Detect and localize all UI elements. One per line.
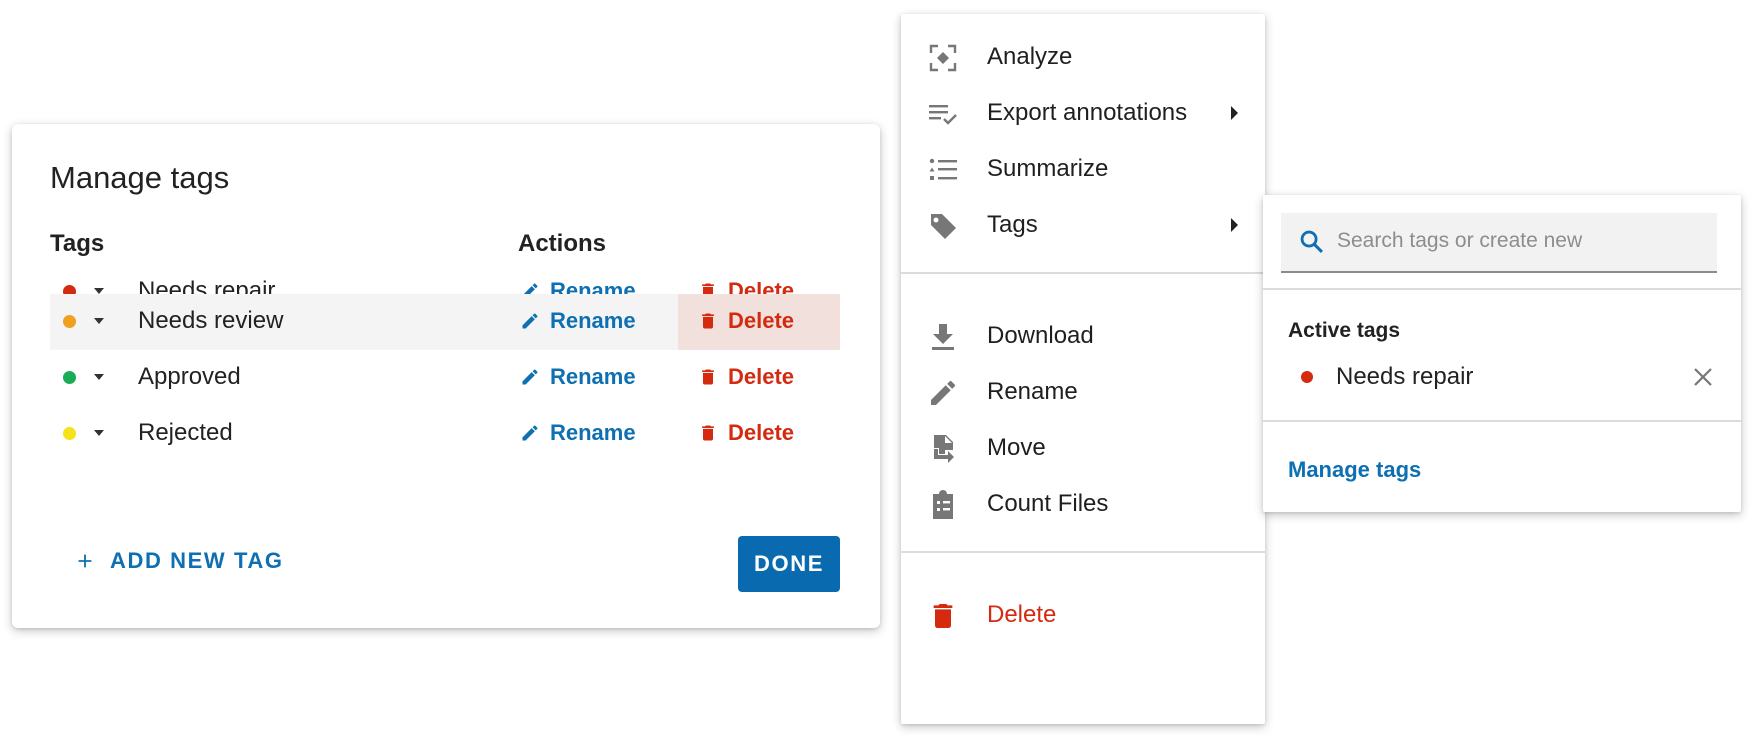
tag-color-dot — [63, 371, 76, 384]
menu-item-export-annotations[interactable]: Export annotations — [901, 82, 1265, 144]
close-icon[interactable] — [1691, 365, 1715, 389]
menu-item-analyze[interactable]: Analyze — [901, 26, 1265, 88]
tag-name: Approved — [138, 363, 241, 390]
menu-item-label: Rename — [987, 378, 1078, 405]
pencil-icon — [522, 425, 538, 441]
tag-color-dot — [1301, 371, 1313, 383]
search-placeholder: Search tags or create new — [1337, 229, 1583, 252]
trash-icon — [702, 313, 714, 329]
menu-item-label: Analyze — [987, 43, 1073, 70]
pencil-icon — [522, 369, 538, 385]
tag-row: Rejected Rename Delete — [50, 406, 840, 462]
move-file-icon — [934, 435, 954, 463]
menu-item-label: Move — [987, 434, 1046, 461]
menu-item-move[interactable]: Move — [901, 417, 1265, 479]
menu-item-delete[interactable]: Delete — [901, 584, 1265, 646]
delete-tag-button[interactable]: Delete — [698, 364, 794, 390]
analyze-icon — [929, 44, 957, 72]
tag-color-dot — [63, 427, 76, 440]
delete-label: Delete — [728, 420, 795, 445]
tags-submenu: Search tags or create new Active tags Ne… — [1263, 195, 1741, 512]
rename-label: Rename — [550, 420, 636, 445]
pencil-icon — [522, 313, 538, 329]
dialog-title: Manage tags — [50, 160, 230, 195]
delete-label: Delete — [728, 308, 795, 333]
pencil-icon — [931, 380, 956, 405]
done-button[interactable]: DONE — [738, 536, 840, 592]
menu-item-tags[interactable]: Tags — [901, 194, 1265, 256]
actions-column-header: Actions — [518, 230, 607, 257]
rename-tag-button[interactable]: Rename — [520, 308, 636, 334]
tags-column-header: Tags — [50, 230, 105, 257]
submenu-divider — [1263, 288, 1741, 290]
delete-tag-button[interactable]: Delete — [698, 420, 794, 446]
menu-item-count-files[interactable]: Count Files — [901, 473, 1265, 535]
menu-item-label: Export annotations — [987, 99, 1188, 126]
add-new-tag-label: ADD NEW TAG — [110, 548, 284, 573]
active-tag-name: Needs repair — [1336, 363, 1474, 390]
rename-tag-button[interactable]: Rename — [520, 420, 636, 446]
color-dropdown-caret-icon[interactable] — [94, 318, 104, 324]
menu-item-summarize[interactable]: Summarize — [901, 138, 1265, 200]
active-tag-item: Needs repair — [1288, 357, 1718, 397]
tag-icon — [930, 214, 956, 239]
menu-item-rename[interactable]: Rename — [901, 361, 1265, 423]
tag-row-highlighted: Needs review Rename Delete — [50, 294, 840, 350]
tag-name: Needs review — [138, 307, 284, 334]
plus-icon — [78, 554, 92, 568]
tag-row: Approved Rename Delete — [50, 350, 840, 406]
color-dropdown-caret-icon[interactable] — [94, 430, 104, 436]
delete-label: Delete — [728, 364, 795, 389]
download-icon — [932, 324, 954, 350]
menu-divider — [901, 272, 1265, 274]
add-new-tag-button[interactable]: ADD NEW TAG — [74, 548, 284, 574]
search-icon — [1300, 230, 1323, 253]
tag-color-dot — [63, 315, 76, 328]
rename-tag-button[interactable]: Rename — [520, 364, 636, 390]
rename-label: Rename — [550, 308, 636, 333]
trash-icon — [702, 369, 714, 385]
tag-name: Rejected — [138, 419, 233, 446]
rename-label: Rename — [550, 364, 636, 389]
menu-item-label: Summarize — [987, 155, 1109, 182]
manage-tags-dialog: Manage tags Tags Actions Needs repair Re… — [12, 124, 880, 628]
export-annotations-icon — [929, 105, 957, 125]
trash-icon — [933, 604, 953, 628]
tag-search-field[interactable]: Search tags or create new — [1281, 213, 1717, 273]
menu-divider — [901, 551, 1265, 553]
submenu-divider — [1263, 420, 1741, 422]
menu-item-download[interactable]: Download — [901, 305, 1265, 367]
submenu-arrow-icon — [1231, 106, 1238, 120]
delete-tag-button[interactable]: Delete — [698, 308, 794, 334]
manage-tags-link[interactable]: Manage tags — [1288, 457, 1421, 483]
menu-item-label: Tags — [987, 211, 1038, 238]
active-tags-heading: Active tags — [1288, 319, 1401, 342]
color-dropdown-caret-icon[interactable] — [94, 374, 104, 380]
clipboard-list-icon — [933, 490, 953, 519]
menu-item-label: Delete — [987, 601, 1057, 628]
menu-item-label: Count Files — [987, 490, 1109, 517]
trash-icon — [702, 425, 714, 441]
submenu-arrow-icon — [1231, 218, 1238, 232]
summarize-icon — [929, 158, 957, 180]
context-menu: Analyze Export annotations Summarize Tag… — [901, 14, 1265, 724]
menu-item-label: Download — [987, 322, 1094, 349]
